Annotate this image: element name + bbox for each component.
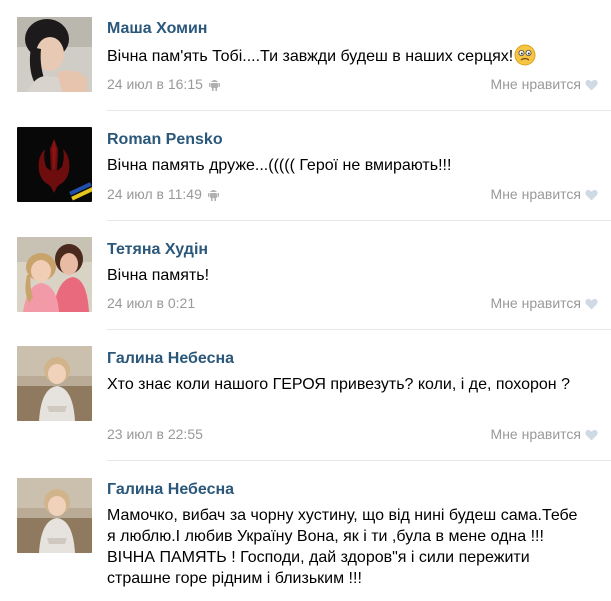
comment-item: Тетяна Худін Вічна память! 24 июл в 0:21… xyxy=(0,221,611,331)
comment-date[interactable]: 23 июл в 22:55 xyxy=(107,426,203,442)
comment-date-text: 24 июл в 0:21 xyxy=(107,295,196,311)
emoji-icon xyxy=(514,44,536,72)
comment-date[interactable]: 24 июл в 16:15 xyxy=(107,76,220,94)
avatar[interactable] xyxy=(17,346,92,421)
comment-text-content: Мамочко, вибач за чорну хустину, що від … xyxy=(107,507,578,587)
like-button[interactable]: Мне нравится xyxy=(491,76,598,94)
comment-item: Галина Небесна Мамочко, вибач за чорну х… xyxy=(0,461,611,601)
comment-author[interactable]: Галина Небесна xyxy=(107,481,234,499)
comment-author[interactable]: Roman Pensko xyxy=(107,131,223,149)
like-label: Мне нравится xyxy=(490,295,581,311)
comment-date[interactable]: 24 июл в 0:21 xyxy=(107,295,195,311)
comments-list: Маша Хомин Вічна пам'ять Тобі....Ти завж… xyxy=(0,0,611,601)
comment-date-text: 24 июл в 16:15 xyxy=(107,76,203,92)
heart-icon xyxy=(585,78,598,94)
comment-text-content: Вічна пам'ять Тобі....Ти завжди будеш в … xyxy=(107,48,514,65)
comment-date-text: 23 июл в 22:55 xyxy=(107,426,203,442)
like-button[interactable]: Мне нравится xyxy=(491,186,598,204)
comment-author[interactable]: Тетяна Худін xyxy=(107,241,208,259)
avatar[interactable] xyxy=(17,17,92,92)
comment-text: Вічна память друже...((((( Герої не вмир… xyxy=(107,155,579,176)
like-button[interactable]: Мне нравится xyxy=(491,295,598,313)
comment-text-content: Хто знає коли нашого ГЕРОЯ привезуть? ко… xyxy=(107,376,570,393)
like-label: Мне нравится xyxy=(490,426,581,442)
like-label: Мне нравится xyxy=(490,76,581,92)
comment-text-content: Вічна память! xyxy=(107,267,210,284)
comment-date[interactable]: 24 июл в 11:49 xyxy=(107,186,219,204)
like-label: Мне нравится xyxy=(490,186,581,202)
comment-text: Мамочко, вибач за чорну хустину, що від … xyxy=(107,505,579,589)
avatar[interactable] xyxy=(17,127,92,202)
avatar[interactable] xyxy=(17,478,92,553)
comment-text: Вічна память! xyxy=(107,265,579,286)
heart-icon xyxy=(585,428,598,444)
comment-item: Roman Pensko Вічна память друже...((((( … xyxy=(0,111,611,222)
comment-author[interactable]: Маша Хомин xyxy=(107,20,207,38)
android-icon xyxy=(207,188,219,204)
comment-author[interactable]: Галина Небесна xyxy=(107,350,234,368)
avatar[interactable] xyxy=(17,237,92,312)
comment-text: Хто знає коли нашого ГЕРОЯ привезуть? ко… xyxy=(107,374,579,395)
comment-date-text: 24 июл в 11:49 xyxy=(107,186,202,202)
heart-icon xyxy=(585,188,598,204)
comment-item: Галина Небесна Хто знає коли нашого ГЕРО… xyxy=(0,330,611,462)
android-icon xyxy=(208,78,220,94)
comment-item: Маша Хомин Вічна пам'ять Тобі....Ти завж… xyxy=(0,0,611,112)
comment-text-content: Вічна память друже...((((( Герої не вмир… xyxy=(107,157,452,174)
comment-text: Вічна пам'ять Тобі....Ти завжди будеш в … xyxy=(107,44,579,72)
heart-icon xyxy=(585,297,598,313)
like-button[interactable]: Мне нравится xyxy=(491,426,598,444)
